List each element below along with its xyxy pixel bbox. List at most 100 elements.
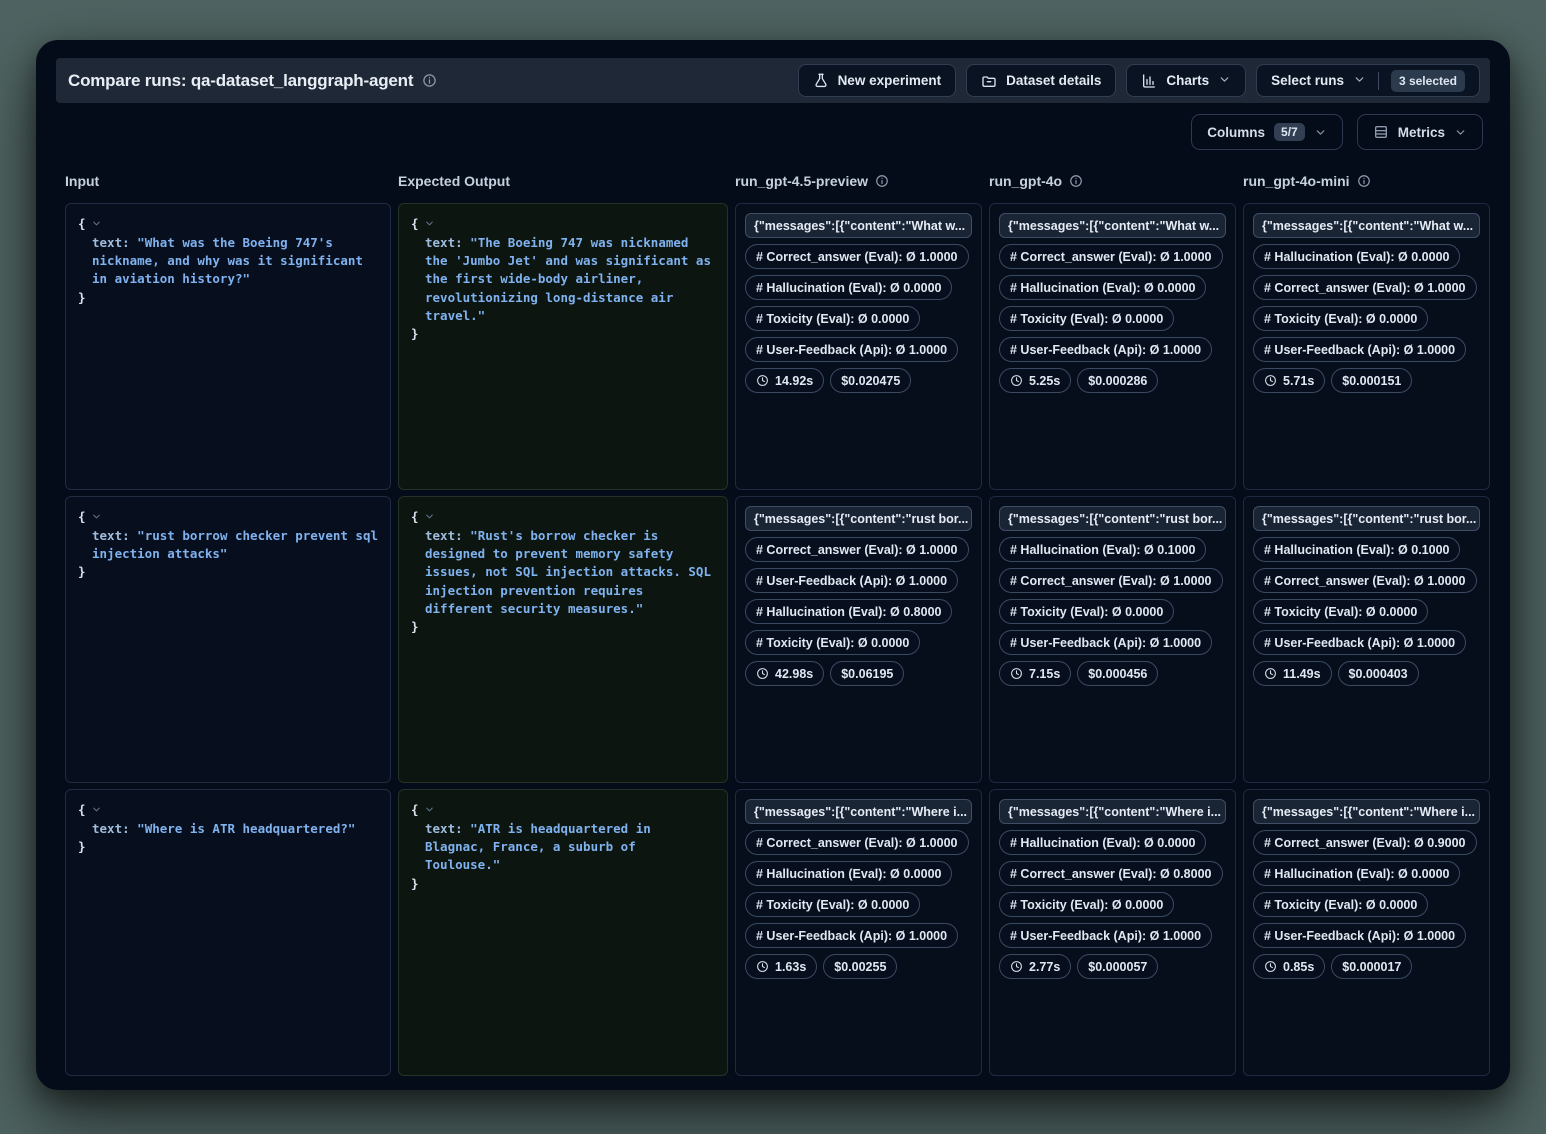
info-icon[interactable] [422, 73, 437, 88]
info-icon[interactable] [875, 174, 889, 188]
metric-score-pill[interactable]: # Correct_answer (Eval): Ø 0.9000 [1253, 830, 1477, 855]
metric-score-pill[interactable]: # Hallucination (Eval): Ø 0.8000 [745, 599, 952, 624]
latency-cost-row: 11.49s $0.000403 [1253, 661, 1419, 686]
run-result-cell: {"messages":[{"content":"Where i... # Cor… [1243, 789, 1490, 1076]
latency-pill[interactable]: 7.15s [999, 661, 1071, 686]
metrics-button[interactable]: Metrics [1357, 114, 1483, 150]
metric-score-pill[interactable]: # Hallucination (Eval): Ø 0.0000 [1253, 244, 1460, 269]
metric-score-pill[interactable]: # Toxicity (Eval): Ø 0.0000 [745, 306, 920, 331]
latency-pill[interactable]: 11.49s [1253, 661, 1332, 686]
new-experiment-button[interactable]: New experiment [798, 64, 957, 97]
latency-pill[interactable]: 14.92s [745, 368, 824, 393]
trace-output-chip[interactable]: {"messages":[{"content":"rust bor... [1253, 506, 1480, 531]
metric-score-pill[interactable]: # Correct_answer (Eval): Ø 1.0000 [1253, 568, 1477, 593]
latency-cost-row: 42.98s$0.06195 [745, 661, 904, 686]
metric-score-pill[interactable]: # Correct_answer (Eval): Ø 1.0000 [745, 244, 969, 269]
chevron-down-icon[interactable] [424, 216, 435, 234]
cost-pill[interactable]: $0.000057 [1077, 954, 1158, 979]
trace-output-chip[interactable]: {"messages":[{"content":"Where i... [745, 799, 972, 824]
metric-score-pill[interactable]: # User-Feedback (Api): Ø 1.0000 [999, 630, 1212, 655]
json-open-brace: { [411, 507, 715, 527]
metric-score-pill[interactable]: # Hallucination (Eval): Ø 0.0000 [745, 861, 952, 886]
json-key: text: [425, 821, 463, 836]
metric-score-pill[interactable]: # Correct_answer (Eval): Ø 1.0000 [999, 244, 1223, 269]
json-close-brace: } [78, 289, 378, 307]
cost-pill[interactable]: $0.000017 [1331, 954, 1412, 979]
trace-output-chip[interactable]: {"messages":[{"content":"What w... [745, 213, 972, 238]
trace-output-chip[interactable]: {"messages":[{"content":"What w... [1253, 213, 1480, 238]
expected-output-cell[interactable]: {text: "The Boeing 747 was nicknamed the… [398, 203, 728, 490]
metric-score-pill[interactable]: # User-Feedback (Api): Ø 1.0000 [999, 923, 1212, 948]
select-runs-button[interactable]: Select runs 3 selected [1256, 64, 1480, 97]
metric-score-pill[interactable]: # Hallucination (Eval): Ø 0.1000 [999, 537, 1206, 562]
metric-score-pill[interactable]: # Hallucination (Eval): Ø 0.1000 [1253, 537, 1460, 562]
chevron-down-icon[interactable] [424, 802, 435, 820]
cost-pill[interactable]: $0.06195 [830, 661, 904, 686]
metric-score-pill[interactable]: # Correct_answer (Eval): Ø 1.0000 [745, 830, 969, 855]
metric-score-pill[interactable]: # Correct_answer (Eval): Ø 1.0000 [999, 568, 1223, 593]
metric-score-pill[interactable]: # User-Feedback (Api): Ø 1.0000 [745, 923, 958, 948]
chevron-down-icon[interactable] [91, 509, 102, 527]
latency-pill[interactable]: 0.85s [1253, 954, 1325, 979]
metric-score-pill[interactable]: # User-Feedback (Api): Ø 1.0000 [999, 337, 1212, 362]
trace-output-chip[interactable]: {"messages":[{"content":"What w... [999, 213, 1226, 238]
dataset-details-button[interactable]: Dataset details [966, 64, 1116, 97]
input-cell[interactable]: {text: "What was the Boeing 747's nickna… [65, 203, 391, 490]
metric-score-pill[interactable]: # Correct_answer (Eval): Ø 1.0000 [1253, 275, 1477, 300]
metric-score-pill[interactable]: # Toxicity (Eval): Ø 0.0000 [999, 892, 1174, 917]
metric-score-pill[interactable]: # User-Feedback (Api): Ø 1.0000 [745, 337, 958, 362]
latency-value: 11.49s [1283, 667, 1321, 681]
cost-pill[interactable]: $0.000456 [1077, 661, 1158, 686]
expected-output-cell[interactable]: {text: "Rust's borrow checker is designe… [398, 496, 728, 783]
latency-value: 5.25s [1029, 374, 1060, 388]
chevron-down-icon[interactable] [424, 509, 435, 527]
expected-output-cell[interactable]: {text: "ATR is headquartered in Blagnac,… [398, 789, 728, 1076]
input-cell[interactable]: {text: "Where is ATR headquartered?"} [65, 789, 391, 1076]
run-result-cell: {"messages":[{"content":"Where i... # Cor… [735, 789, 982, 1076]
metric-score-pill[interactable]: # Toxicity (Eval): Ø 0.0000 [745, 892, 920, 917]
trace-output-chip[interactable]: {"messages":[{"content":"Where i... [1253, 799, 1480, 824]
columns-button[interactable]: Columns 5/7 [1191, 114, 1342, 150]
metric-score-pill[interactable]: # Toxicity (Eval): Ø 0.0000 [1253, 599, 1428, 624]
cost-pill[interactable]: $0.00255 [823, 954, 897, 979]
latency-pill[interactable]: 1.63s [745, 954, 817, 979]
trace-output-chip[interactable]: {"messages":[{"content":"rust bor... [745, 506, 972, 531]
chevron-down-icon[interactable] [91, 216, 102, 234]
metric-score-pill[interactable]: # Correct_answer (Eval): Ø 0.8000 [999, 861, 1223, 886]
metric-score-pill[interactable]: # Toxicity (Eval): Ø 0.0000 [1253, 306, 1428, 331]
metric-score-pill[interactable]: # Hallucination (Eval): Ø 0.0000 [745, 275, 952, 300]
metric-score-pill[interactable]: # Toxicity (Eval): Ø 0.0000 [1253, 892, 1428, 917]
trace-output-chip[interactable]: {"messages":[{"content":"rust bor... [999, 506, 1226, 531]
trace-output-chip[interactable]: {"messages":[{"content":"Where i... [999, 799, 1226, 824]
latency-pill[interactable]: 5.25s [999, 368, 1071, 393]
json-brace: { [411, 508, 419, 526]
metric-score-pill[interactable]: # User-Feedback (Api): Ø 1.0000 [1253, 923, 1466, 948]
cost-pill[interactable]: $0.000286 [1077, 368, 1158, 393]
column-header-run-gpt-4-5-preview: run_gpt-4.5-preview [735, 173, 982, 189]
json-open-brace: { [78, 507, 378, 527]
latency-pill[interactable]: 42.98s [745, 661, 824, 686]
cost-pill[interactable]: $0.000151 [1331, 368, 1412, 393]
chevron-down-icon[interactable] [91, 802, 102, 820]
metric-score-pill[interactable]: # User-Feedback (Api): Ø 1.0000 [1253, 630, 1466, 655]
latency-pill[interactable]: 2.77s [999, 954, 1071, 979]
metric-score-pill[interactable]: # Toxicity (Eval): Ø 0.0000 [999, 599, 1174, 624]
cost-pill[interactable]: $0.020475 [830, 368, 911, 393]
info-icon[interactable] [1069, 174, 1083, 188]
metric-score-pill[interactable]: # Hallucination (Eval): Ø 0.0000 [1253, 861, 1460, 886]
column-header-run-gpt-4o: run_gpt-4o [989, 173, 1236, 189]
input-cell[interactable]: {text: "rust borrow checker prevent sql … [65, 496, 391, 783]
latency-pill[interactable]: 5.71s [1253, 368, 1325, 393]
metric-score-pill[interactable]: # Hallucination (Eval): Ø 0.0000 [999, 830, 1206, 855]
metric-score-pill[interactable]: # Toxicity (Eval): Ø 0.0000 [745, 630, 920, 655]
metric-score-pill[interactable]: # User-Feedback (Api): Ø 1.0000 [745, 568, 958, 593]
metric-score-pill[interactable]: # Correct_answer (Eval): Ø 1.0000 [745, 537, 969, 562]
info-icon[interactable] [1357, 174, 1371, 188]
json-open-brace: { [78, 800, 378, 820]
cost-pill[interactable]: $0.000403 [1338, 661, 1419, 686]
charts-button[interactable]: Charts [1126, 64, 1246, 97]
metric-score-pill[interactable]: # Toxicity (Eval): Ø 0.0000 [999, 306, 1174, 331]
metric-score-pill[interactable]: # User-Feedback (Api): Ø 1.0000 [1253, 337, 1466, 362]
json-brace: } [78, 290, 86, 305]
metric-score-pill[interactable]: # Hallucination (Eval): Ø 0.0000 [999, 275, 1206, 300]
